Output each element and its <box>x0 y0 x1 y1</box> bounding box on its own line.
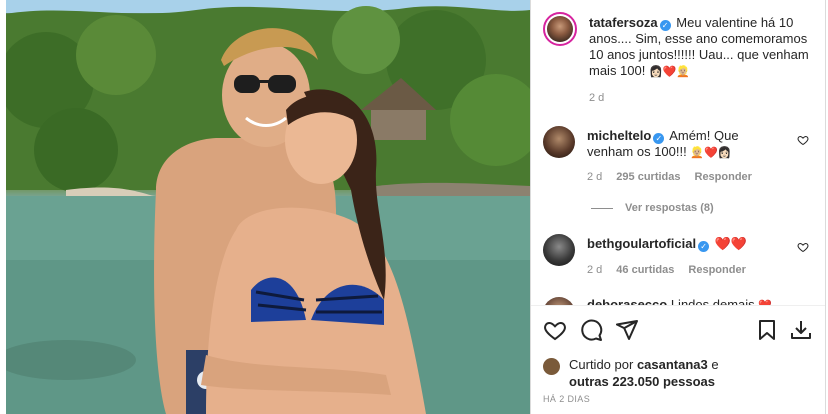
bookmark-icon[interactable] <box>755 318 779 342</box>
post-actions <box>543 318 815 344</box>
post-photo[interactable] <box>6 0 530 414</box>
author-username[interactable]: tatafersoza <box>589 15 658 30</box>
comment-meta: 2 d 295 curtidas Responder <box>587 171 766 183</box>
comment-likes[interactable]: 46 curtidas <box>616 264 674 276</box>
comment-meta: 2 d 46 curtidas Responder <box>587 264 760 276</box>
author-caption: tatafersoza ✓ Meu valentine há 10 anos...… <box>589 15 809 80</box>
panel-border <box>825 0 826 414</box>
author-avatar[interactable] <box>543 12 577 46</box>
liked-by-text: Curtido por casantana3 e outras 223.050 … <box>569 356 809 390</box>
comment-avatar[interactable] <box>543 126 575 158</box>
comment-text-bethgoulartoficial: bethgoulartoficial ✓ ❤️❤️ <box>587 236 797 253</box>
comment-text-micheltelo: micheltelo ✓ Amém! Que venham os 100!!! 👱… <box>587 128 787 161</box>
liked-by-user[interactable]: casantana3 <box>637 357 708 372</box>
replies-line <box>591 207 613 209</box>
reply-button[interactable]: Responder <box>695 171 752 183</box>
caption-time: 2 d <box>589 92 605 104</box>
like-comment-heart-icon[interactable] <box>797 241 809 253</box>
caption-meta: 2 d <box>589 92 618 104</box>
liked-by-others[interactable]: outras 223.050 pessoas <box>569 374 715 389</box>
verified-badge-icon: ✓ <box>698 241 710 252</box>
photo-scene <box>6 0 530 414</box>
share-icon[interactable] <box>615 318 639 342</box>
download-icon[interactable] <box>789 318 813 342</box>
comments-panel: tatafersoza ✓ Meu valentine há 10 anos...… <box>531 0 825 414</box>
comment-icon[interactable] <box>579 318 603 342</box>
comment-time: 2 d <box>587 264 603 276</box>
post-date: HÁ 2 DIAS <box>543 394 591 404</box>
liked-by-prefix: Curtido por <box>569 357 634 372</box>
heart-icon[interactable] <box>543 318 567 342</box>
comment-time: 2 d <box>587 171 603 183</box>
comment-emoji: 👱🏼❤️👩🏻 <box>690 146 732 159</box>
liked-by-suffix: e <box>711 357 719 372</box>
comment-emoji: ❤️❤️ <box>714 237 748 252</box>
view-replies-button[interactable]: Ver respostas (8) <box>591 202 714 214</box>
comment-username[interactable]: bethgoulartoficial <box>587 236 696 251</box>
caption-emoji: 👩🏻❤️👱🏼 <box>649 65 691 78</box>
verified-badge-icon: ✓ <box>653 133 665 144</box>
comment-likes[interactable]: 295 curtidas <box>616 171 680 183</box>
liked-by-avatar[interactable] <box>543 358 560 375</box>
reply-button[interactable]: Responder <box>688 264 745 276</box>
like-comment-heart-icon[interactable] <box>797 134 809 146</box>
verified-badge-icon: ✓ <box>659 20 671 31</box>
view-replies-label: Ver respostas (8) <box>625 202 714 214</box>
comment-avatar[interactable] <box>543 234 575 266</box>
comment-username[interactable]: micheltelo <box>587 128 651 143</box>
